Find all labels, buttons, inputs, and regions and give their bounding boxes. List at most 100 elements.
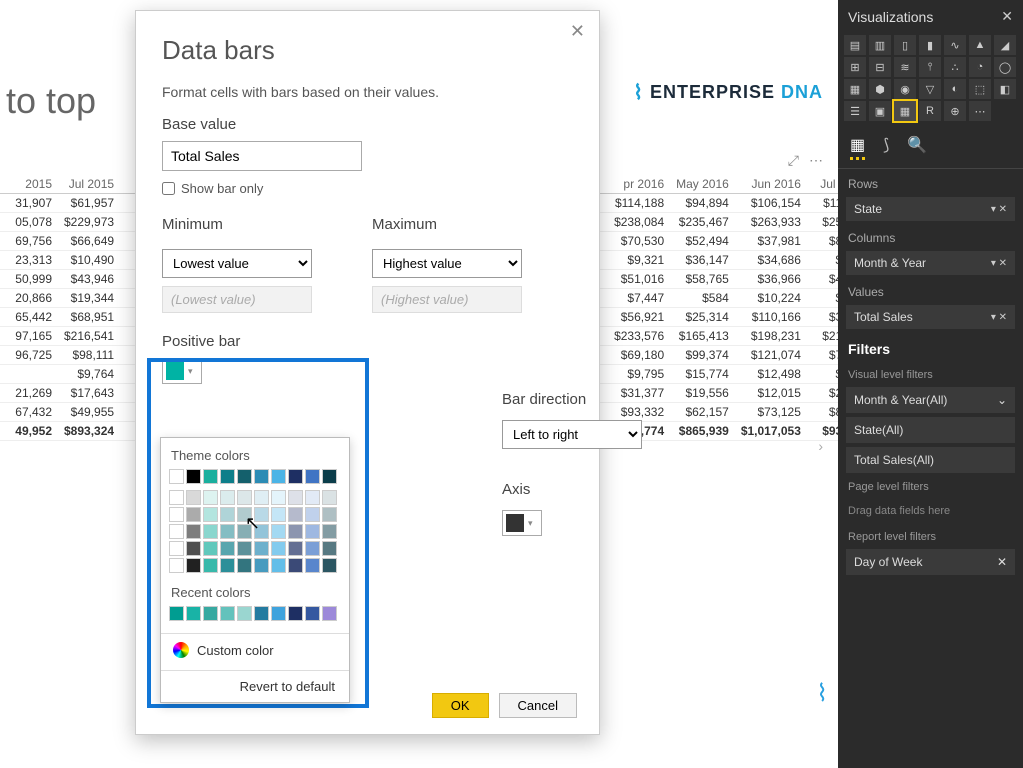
color-swatch[interactable]	[322, 541, 337, 556]
color-swatch[interactable]	[322, 469, 337, 484]
color-swatch[interactable]	[288, 507, 303, 522]
color-swatch[interactable]	[169, 606, 184, 621]
vis-stacked-area[interactable]: ◢	[994, 35, 1016, 55]
bar-direction-select[interactable]: Left to right	[502, 420, 642, 449]
dialog-close-icon[interactable]: ✕	[570, 21, 585, 42]
color-swatch[interactable]	[288, 606, 303, 621]
color-swatch[interactable]	[254, 541, 269, 556]
vis-clustered-bar[interactable]: ▥	[869, 35, 891, 55]
color-swatch[interactable]	[322, 507, 337, 522]
color-swatch[interactable]	[169, 469, 184, 484]
color-swatch[interactable]	[220, 541, 235, 556]
color-swatch[interactable]	[186, 524, 201, 539]
vis-scatter[interactable]: ∴	[944, 57, 966, 77]
color-swatch[interactable]	[288, 524, 303, 539]
color-swatch[interactable]	[186, 541, 201, 556]
cancel-button[interactable]: Cancel	[499, 693, 577, 718]
close-icon[interactable]: ✕	[1001, 8, 1013, 25]
color-swatch[interactable]	[254, 507, 269, 522]
color-swatch[interactable]	[237, 524, 252, 539]
positive-bar-color-button[interactable]: ▾	[162, 358, 202, 384]
vis-combo1[interactable]: ⊞	[844, 57, 866, 77]
vis-card[interactable]: ⬚	[969, 79, 991, 99]
color-swatch[interactable]	[288, 490, 303, 505]
color-swatch[interactable]	[186, 507, 201, 522]
fields-tab-icon[interactable]: ▦	[850, 135, 865, 160]
minimum-select[interactable]: Lowest value	[162, 249, 312, 278]
vis-clustered-col[interactable]: ▮	[919, 35, 941, 55]
axis-color-button[interactable]: ▾	[502, 510, 542, 536]
color-swatch[interactable]	[237, 469, 252, 484]
column-header[interactable]: Jun 2016	[735, 175, 807, 194]
color-swatch[interactable]	[237, 541, 252, 556]
vis-area[interactable]: ▲	[969, 35, 991, 55]
color-swatch[interactable]	[220, 524, 235, 539]
color-swatch[interactable]	[203, 490, 218, 505]
custom-color-button[interactable]: Custom color	[161, 634, 349, 666]
chevron-down-icon[interactable]: ▾ ✕	[991, 204, 1007, 215]
color-swatch[interactable]	[288, 469, 303, 484]
vis-matrix[interactable]: ▦	[894, 101, 916, 121]
color-swatch[interactable]	[271, 606, 286, 621]
color-swatch[interactable]	[203, 606, 218, 621]
revert-to-default-button[interactable]: Revert to default	[161, 671, 349, 702]
color-swatch[interactable]	[254, 524, 269, 539]
color-swatch[interactable]	[186, 469, 201, 484]
focus-mode-icon[interactable]: ⤢	[788, 152, 799, 169]
color-swatch[interactable]	[322, 558, 337, 573]
chevron-down-icon[interactable]: ▾ ✕	[991, 312, 1007, 323]
color-swatch[interactable]	[271, 558, 286, 573]
color-swatch[interactable]	[237, 558, 252, 573]
values-field[interactable]: Total Sales▾ ✕	[846, 305, 1015, 329]
color-swatch[interactable]	[220, 558, 235, 573]
color-swatch[interactable]	[254, 469, 269, 484]
color-swatch[interactable]	[186, 558, 201, 573]
chevron-down-icon[interactable]: ▾ ✕	[991, 258, 1007, 269]
vis-funnel[interactable]: ▽	[919, 79, 941, 99]
color-swatch[interactable]	[305, 606, 320, 621]
column-header[interactable]: Jul 2015	[58, 175, 120, 194]
rows-field[interactable]: State▾ ✕	[846, 197, 1015, 221]
color-swatch[interactable]	[203, 469, 218, 484]
analytics-tab-icon[interactable]: 🔍	[907, 135, 927, 160]
vis-arcgis[interactable]: ⊕	[944, 101, 966, 121]
vis-donut[interactable]: ◯	[994, 57, 1016, 77]
vis-line[interactable]: ∿	[944, 35, 966, 55]
color-swatch[interactable]	[169, 558, 184, 573]
color-swatch[interactable]	[322, 490, 337, 505]
color-swatch[interactable]	[271, 541, 286, 556]
color-swatch[interactable]	[254, 558, 269, 573]
color-swatch[interactable]	[220, 490, 235, 505]
color-swatch[interactable]	[169, 524, 184, 539]
column-header[interactable]: May 2016	[670, 175, 735, 194]
show-bar-only-checkbox[interactable]	[162, 182, 175, 195]
color-swatch[interactable]	[271, 507, 286, 522]
ok-button[interactable]: OK	[432, 693, 489, 718]
vis-waterfall[interactable]: ⫯	[919, 57, 941, 77]
color-swatch[interactable]	[254, 490, 269, 505]
scroll-right-icon[interactable]: ›	[818, 438, 823, 454]
vis-import[interactable]: ⋯	[969, 101, 991, 121]
color-swatch[interactable]	[271, 469, 286, 484]
color-swatch[interactable]	[305, 490, 320, 505]
columns-field[interactable]: Month & Year▾ ✕	[846, 251, 1015, 275]
color-swatch[interactable]	[305, 541, 320, 556]
color-swatch[interactable]	[169, 507, 184, 522]
base-value-input[interactable]	[162, 141, 362, 171]
more-options-icon[interactable]: ⋯	[809, 152, 823, 169]
color-swatch[interactable]	[237, 507, 252, 522]
vis-slicer[interactable]: ☰	[844, 101, 866, 121]
color-swatch[interactable]	[322, 606, 337, 621]
color-swatch[interactable]	[271, 490, 286, 505]
format-tab-icon[interactable]: ⟆	[883, 135, 889, 160]
vis-r[interactable]: R	[919, 101, 941, 121]
vis-combo2[interactable]: ⊟	[869, 57, 891, 77]
maximum-select[interactable]: Highest value	[372, 249, 522, 278]
vis-tree[interactable]: ▦	[844, 79, 866, 99]
color-swatch[interactable]	[305, 524, 320, 539]
color-swatch[interactable]	[203, 524, 218, 539]
filter-total-sales[interactable]: Total Sales(All)	[846, 447, 1015, 473]
drag-fields-hint[interactable]: Drag data fields here	[838, 497, 1023, 525]
color-swatch[interactable]	[254, 606, 269, 621]
color-swatch[interactable]	[237, 490, 252, 505]
